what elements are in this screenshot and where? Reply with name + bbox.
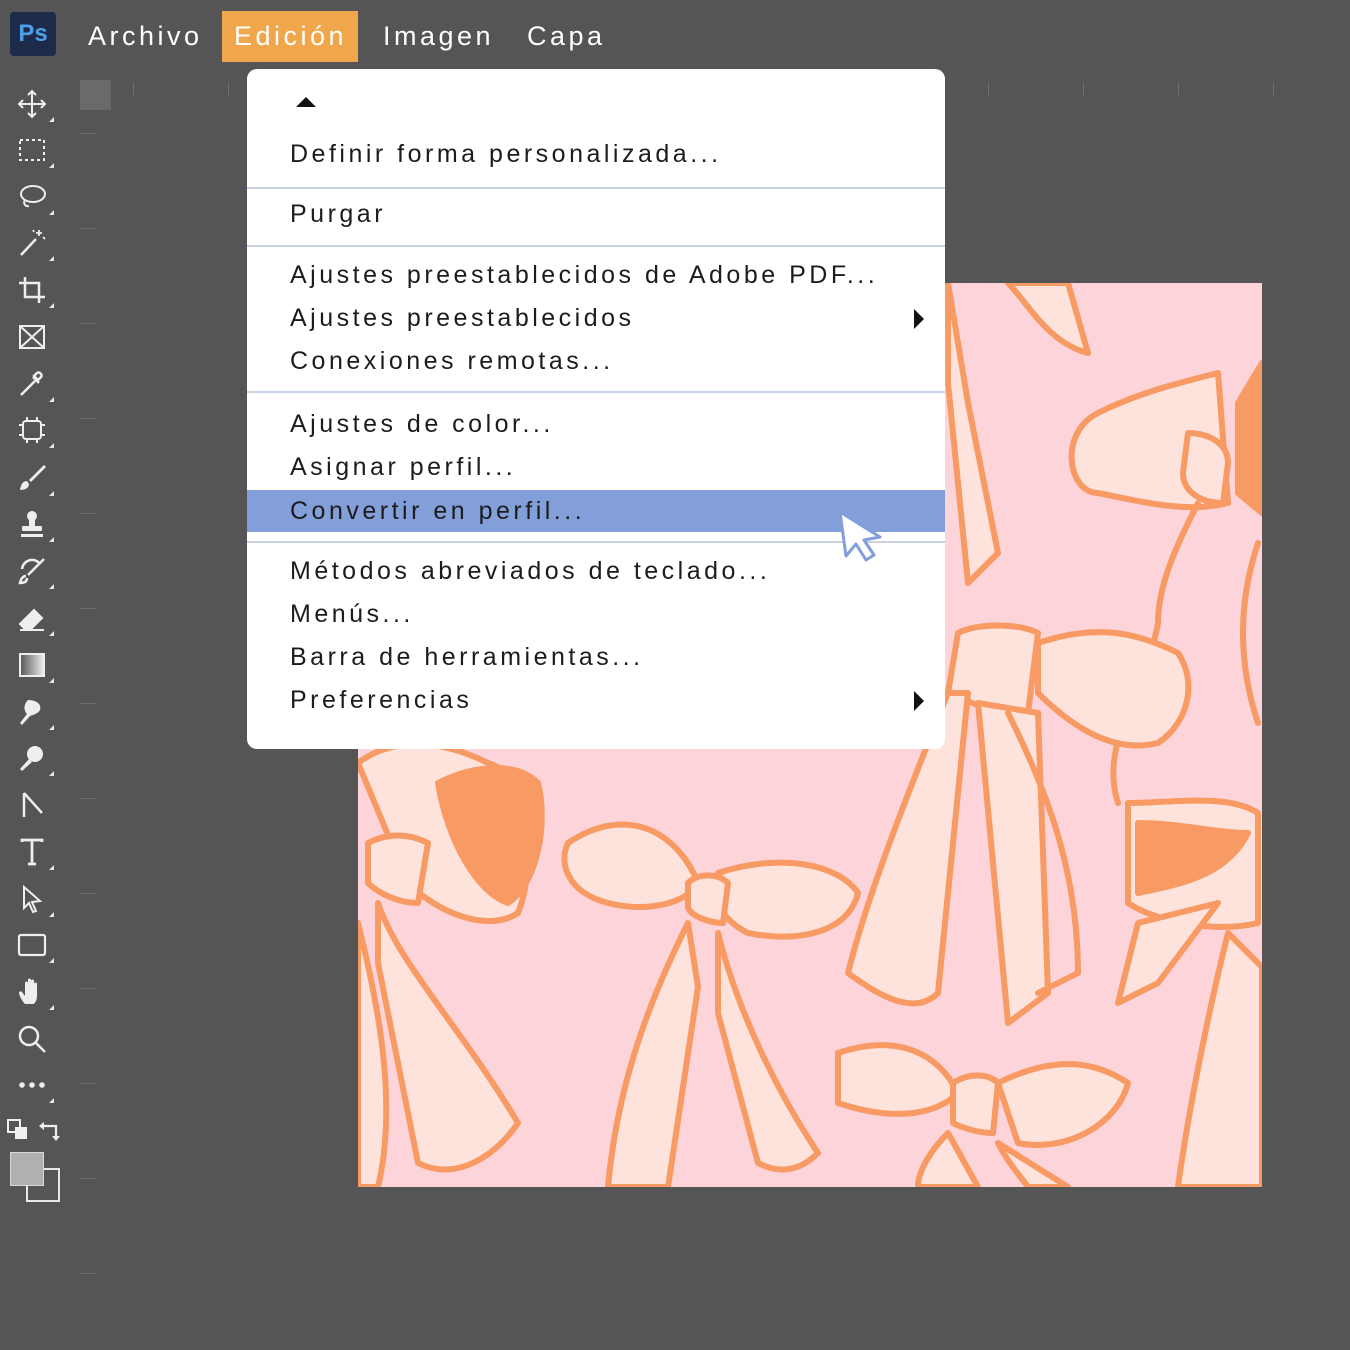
menu-separator [247, 245, 945, 247]
scroll-up-arrow-icon[interactable] [296, 97, 316, 107]
menu-item-ajustes-preestablecidos[interactable]: Ajustes preestablecidos [247, 297, 945, 339]
photoshop-logo-icon: Ps [10, 12, 56, 56]
dodge-tool-icon[interactable] [8, 736, 56, 780]
menu-item-ajustes-pdf[interactable]: Ajustes preestablecidos de Adobe PDF... [247, 254, 945, 296]
swap-colors-icon[interactable] [38, 1118, 64, 1144]
clone-stamp-tool-icon[interactable] [8, 502, 56, 546]
eraser-tool-icon[interactable] [8, 596, 56, 640]
tools-panel [0, 80, 70, 1220]
lasso-tool-icon[interactable] [8, 175, 56, 219]
menu-bar: Ps Archivo Edición Imagen Capa [0, 0, 1350, 70]
menu-item-definir-forma[interactable]: Definir forma personalizada... [247, 133, 945, 175]
menu-separator [247, 187, 945, 189]
magic-wand-tool-icon[interactable] [8, 221, 56, 265]
history-brush-tool-icon[interactable] [8, 549, 56, 593]
menu-capa[interactable]: Capa [515, 11, 618, 62]
menu-item-asignar-perfil[interactable]: Asignar perfil... [247, 446, 945, 488]
submenu-arrow-icon [914, 691, 924, 711]
path-selection-tool-icon[interactable] [8, 877, 56, 921]
menu-item-barra-herramientas[interactable]: Barra de herramientas... [247, 636, 945, 678]
menu-imagen[interactable]: Imagen [371, 11, 506, 62]
brush-tool-icon[interactable] [8, 456, 56, 500]
menu-item-conexiones-remotas[interactable]: Conexiones remotas... [247, 340, 945, 382]
crop-tool-icon[interactable] [8, 268, 56, 312]
gradient-tool-icon[interactable] [8, 643, 56, 687]
menu-item-purgar[interactable]: Purgar [247, 193, 945, 235]
smudge-tool-icon[interactable] [8, 690, 56, 734]
rectangle-tool-icon[interactable] [8, 923, 56, 967]
menu-archivo[interactable]: Archivo [76, 11, 215, 62]
menu-item-ajustes-color[interactable]: Ajustes de color... [247, 403, 945, 445]
menu-item-preferencias[interactable]: Preferencias [247, 679, 945, 721]
foreground-color-swatch[interactable] [10, 1152, 44, 1186]
move-tool-icon[interactable] [8, 82, 56, 126]
pen-tool-icon[interactable] [8, 783, 56, 827]
submenu-arrow-icon [914, 309, 924, 329]
hand-tool-icon[interactable] [8, 970, 56, 1014]
more-tools-icon[interactable] [8, 1063, 56, 1107]
mouse-pointer-icon [838, 510, 882, 562]
default-colors-icon[interactable] [6, 1118, 30, 1142]
type-tool-icon[interactable] [8, 830, 56, 874]
zoom-tool-icon[interactable] [8, 1017, 56, 1061]
menu-separator [247, 391, 945, 393]
eyedropper-tool-icon[interactable] [8, 362, 56, 406]
frame-tool-icon[interactable] [8, 315, 56, 359]
vertical-ruler[interactable] [76, 95, 96, 1295]
spot-healing-tool-icon[interactable] [8, 408, 56, 452]
menu-edicion[interactable]: Edición [222, 11, 358, 62]
menu-item-menus[interactable]: Menús... [247, 593, 945, 635]
marquee-tool-icon[interactable] [8, 128, 56, 172]
